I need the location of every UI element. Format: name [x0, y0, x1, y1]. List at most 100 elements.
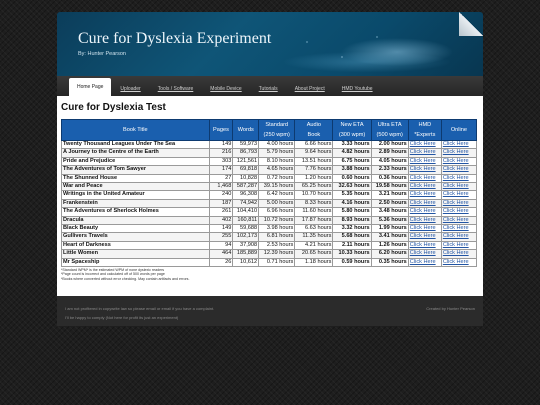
- site-title[interactable]: Cure for Dyslexia Experiment: [78, 30, 271, 48]
- online-link[interactable]: Click Here: [440, 240, 478, 251]
- table-row: The Shunned House 27 10,828 0.72 hours 1.20 …: [61, 173, 478, 184]
- online-link[interactable]: Click Here: [440, 173, 478, 184]
- table-row: Gullivers Travels 255 102,173 6.81 hours 11.…: [61, 232, 478, 242]
- online-link[interactable]: Click Here: [440, 257, 478, 268]
- cell-new-eta: 5.68 hours: [332, 232, 372, 242]
- cell-pages: 94: [208, 240, 234, 251]
- nav-mobile-device[interactable]: Mobile Device: [202, 82, 249, 96]
- nav-home[interactable]: Home Page: [69, 78, 112, 96]
- cell-standard: 4.00 hours: [258, 139, 296, 150]
- cell-standard: 3.98 hours: [258, 224, 296, 234]
- nav-about-project[interactable]: About Project: [287, 82, 333, 96]
- page-wrapper: Cure for Dyslexia Experiment By: Hunter …: [57, 12, 483, 326]
- hmd-link[interactable]: Click Here: [407, 224, 442, 234]
- cell-title: The Adventures of Tom Sawyer: [61, 165, 210, 175]
- cell-pages: 149: [208, 139, 234, 150]
- nav-hmd-youtube[interactable]: HMD Youtube: [334, 82, 381, 96]
- online-link[interactable]: Click Here: [440, 165, 478, 175]
- cell-words: 59,688: [232, 224, 260, 234]
- nav-tools-software[interactable]: Tools / Software: [150, 82, 202, 96]
- footer-credit: Created by Hunter Pearson: [426, 306, 475, 311]
- hmd-link[interactable]: Click Here: [407, 257, 442, 268]
- cell-title: Dracula: [61, 215, 210, 226]
- cell-audio: 8.33 hours: [294, 198, 334, 209]
- col-audio-book: Audio Book: [294, 119, 334, 141]
- cell-audio: 1.20 hours: [294, 173, 334, 184]
- online-link[interactable]: Click Here: [440, 198, 478, 209]
- cell-new-eta: 5.80 hours: [332, 207, 372, 217]
- cell-ultra-eta: 1.99 hours: [370, 224, 409, 234]
- hmd-link[interactable]: Click Here: [407, 215, 442, 226]
- online-link[interactable]: Click Here: [440, 139, 478, 150]
- cell-audio: 65.25 hours: [294, 182, 334, 192]
- table-row: Dracula 402 160,811 10.72 hours 17.87 hours 8…: [61, 215, 478, 226]
- cell-audio: 9.64 hours: [294, 148, 334, 158]
- table-row: Writings in the United Amateur 240 96,308 6…: [61, 190, 478, 200]
- cell-title: War and Peace: [61, 182, 210, 192]
- online-link[interactable]: Click Here: [440, 224, 478, 234]
- table-header-row: Book Title Pages Words Standard (250 wpm)…: [61, 119, 478, 141]
- header-decoration: [247, 12, 483, 76]
- cell-audio: 7.76 hours: [294, 165, 334, 175]
- hmd-link[interactable]: Click Here: [407, 232, 442, 242]
- cell-ultra-eta: 2.00 hours: [370, 139, 409, 150]
- table-row: Mr Spaceship 26 10,612 0.71 hours 1.18 hours…: [61, 257, 478, 268]
- cell-words: 102,173: [232, 232, 260, 242]
- online-link[interactable]: Click Here: [440, 156, 478, 167]
- col-neweta-line2: (300 wpm): [338, 132, 366, 138]
- col-pages: Pages: [208, 119, 234, 141]
- hmd-link[interactable]: Click Here: [407, 148, 442, 158]
- hmd-link[interactable]: Click Here: [407, 249, 442, 259]
- table-row: Frankenstein 187 74,942 5.00 hours 8.33 hour…: [61, 198, 478, 209]
- cell-new-eta: 3.32 hours: [332, 224, 372, 234]
- hmd-link[interactable]: Click Here: [407, 165, 442, 175]
- cell-pages: 149: [208, 224, 234, 234]
- hmd-link[interactable]: Click Here: [407, 190, 442, 200]
- cell-audio: 6.63 hours: [294, 224, 334, 234]
- hmd-link[interactable]: Click Here: [407, 139, 442, 150]
- cell-audio: 1.18 hours: [294, 257, 334, 268]
- hmd-link[interactable]: Click Here: [407, 207, 442, 217]
- cell-audio: 11.35 hours: [294, 232, 334, 242]
- cell-pages: 402: [208, 215, 234, 226]
- col-hmd: HMD *Experts: [407, 119, 442, 141]
- hmd-link[interactable]: Click Here: [407, 198, 442, 209]
- main-content: Cure for Dyslexia Test Book Title Pages …: [57, 96, 483, 296]
- col-ultra-eta: Ultra ETA (500 wpm): [370, 119, 409, 141]
- cell-pages: 240: [208, 190, 234, 200]
- cell-audio: 13.51 hours: [294, 156, 334, 167]
- table-row: A Journey to the Centre of the Earth 216 8…: [61, 148, 478, 158]
- table-row: Little Women 464 185,889 12.39 hours 20.65 h…: [61, 249, 478, 259]
- col-audio-line2: Book: [307, 132, 321, 138]
- online-link[interactable]: Click Here: [440, 182, 478, 192]
- cell-pages: 303: [208, 156, 234, 167]
- cell-standard: 4.65 hours: [258, 165, 296, 175]
- table-row: Pride and Prejudice 303 121,561 8.10 hours 1…: [61, 156, 478, 167]
- hmd-link[interactable]: Click Here: [407, 173, 442, 184]
- cell-standard: 5.00 hours: [258, 198, 296, 209]
- cell-ultra-eta: 3.48 hours: [370, 207, 409, 217]
- cell-title: Black Beauty: [61, 224, 210, 234]
- cell-ultra-eta: 2.50 hours: [370, 198, 409, 209]
- hmd-link[interactable]: Click Here: [407, 156, 442, 167]
- cell-audio: 6.66 hours: [294, 139, 334, 150]
- online-link[interactable]: Click Here: [440, 215, 478, 226]
- cell-standard: 10.72 hours: [258, 215, 296, 226]
- online-link[interactable]: Click Here: [440, 232, 478, 242]
- cell-title: Pride and Prejudice: [61, 156, 210, 167]
- online-link[interactable]: Click Here: [440, 207, 478, 217]
- nav-uploader[interactable]: Uploader: [112, 82, 148, 96]
- online-link[interactable]: Click Here: [440, 190, 478, 200]
- hmd-link[interactable]: Click Here: [407, 240, 442, 251]
- cell-title: Writings in the United Amateur: [61, 190, 210, 200]
- cell-standard: 39.15 hours: [258, 182, 296, 192]
- cell-words: 86,793: [232, 148, 260, 158]
- cell-words: 10,828: [232, 173, 260, 184]
- hmd-link[interactable]: Click Here: [407, 182, 442, 192]
- site-header: Cure for Dyslexia Experiment By: Hunter …: [57, 12, 483, 76]
- cell-standard: 6.96 hours: [258, 207, 296, 217]
- cell-ultra-eta: 0.36 hours: [370, 173, 409, 184]
- online-link[interactable]: Click Here: [440, 249, 478, 259]
- online-link[interactable]: Click Here: [440, 148, 478, 158]
- nav-tutorials[interactable]: Tutorials: [251, 82, 286, 96]
